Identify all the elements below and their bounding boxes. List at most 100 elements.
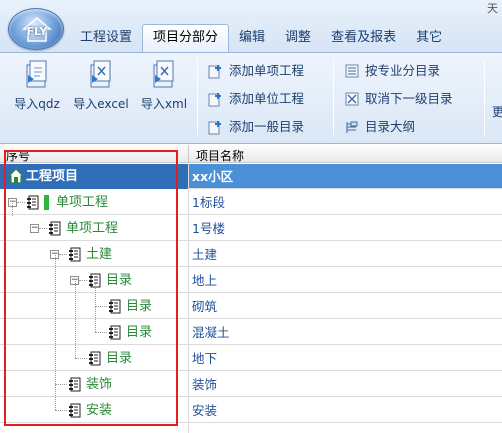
add-general-catalog-label: 添加一般目录	[229, 119, 305, 134]
title-bar: FLY 天 工程设置 项目分部分 编辑 调整 查看及报表 其它	[0, 0, 502, 52]
home-icon	[8, 168, 24, 184]
tree-connector	[75, 281, 76, 358]
header-project-name[interactable]: 项目名称	[196, 147, 244, 164]
add-single-project-label: 添加单项工程	[229, 63, 305, 78]
tree-cell: − 单项工程	[0, 203, 188, 241]
cancel-sub-catalog-label: 取消下一级目录	[365, 91, 453, 106]
add-unit-project-button[interactable]: 添加单位工程	[208, 89, 304, 109]
tree-connector	[17, 202, 25, 203]
node-icon	[109, 325, 121, 340]
tree-cell: 目录	[0, 307, 188, 345]
tree-cell: 目录	[0, 282, 188, 319]
tree-row-root[interactable]: 工程项目 xx小区	[0, 164, 502, 189]
tree-label: 目录	[106, 351, 133, 366]
tree-row[interactable]: − 土建 土建	[0, 242, 502, 267]
catalog-outline-label: 目录大纲	[365, 119, 416, 134]
tab-other[interactable]: 其它	[406, 26, 452, 52]
tree-connector	[95, 307, 96, 332]
ribbon-tabs: 工程设置 项目分部分 编辑 调整 查看及报表 其它	[70, 24, 452, 52]
import-excel-button[interactable]: 导入excel	[68, 59, 134, 129]
name-cell[interactable]: 地下	[190, 346, 217, 371]
tree-label-root: 工程项目	[26, 169, 79, 184]
tab-edit[interactable]: 编辑	[229, 26, 275, 52]
catalog-by-discipline-label: 按专业分目录	[365, 63, 441, 78]
ribbon-separator	[484, 59, 485, 137]
tree-row[interactable]: 装饰 装饰	[0, 255, 502, 397]
tree-connector	[75, 358, 87, 359]
add-plus-icon	[208, 93, 221, 107]
tab-view-reports[interactable]: 查看及报表	[321, 26, 406, 52]
tree-cell: − 目录	[0, 268, 188, 293]
ribbon-separator	[197, 59, 198, 137]
name-cell[interactable]: 地上	[190, 268, 217, 293]
name-cell[interactable]: 1标段	[190, 190, 225, 215]
name-cell[interactable]: xx小区	[190, 164, 233, 189]
tree-connector	[59, 254, 67, 255]
tree-connector	[79, 280, 87, 281]
project-tree-grid: 序号 项目名称 工程项目 xx小区 − 单项工程 1标段 − 单项工程 1号楼 …	[0, 145, 502, 433]
collapse-toggle[interactable]: −	[30, 224, 39, 233]
tree-connector	[55, 255, 56, 384]
import-xml-label: 导入xml	[140, 97, 188, 111]
node-icon	[69, 377, 81, 392]
tree-label: 目录	[126, 299, 153, 314]
add-single-project-button[interactable]: 添加单项工程	[208, 61, 304, 81]
header-divider[interactable]	[188, 145, 189, 163]
tree-connector	[95, 282, 96, 307]
tree-cell: − 单项工程	[0, 190, 188, 215]
name-cell[interactable]: 混凝土	[190, 320, 230, 345]
name-cell[interactable]: 砌筑	[190, 294, 217, 319]
tab-project-breakdown[interactable]: 项目分部分	[142, 24, 230, 52]
app-logo-text: FLY	[26, 25, 48, 38]
ribbon-more-button[interactable]: 更	[492, 103, 502, 120]
tree-cell: 安装	[0, 385, 188, 423]
cancel-sub-catalog-button[interactable]: 取消下一级目录	[344, 89, 453, 109]
import-qdz-icon	[26, 60, 47, 88]
tree-label: 土建	[86, 247, 113, 262]
tree-label: 安装	[86, 403, 113, 418]
tree-row[interactable]: − 单项工程 1号楼	[0, 203, 502, 241]
catalog-by-discipline-button[interactable]: 按专业分目录	[344, 61, 440, 81]
tab-project-settings[interactable]: 工程设置	[70, 26, 142, 52]
ribbon-separator	[333, 59, 334, 137]
tree-row[interactable]: − 单项工程 1标段	[0, 190, 502, 215]
import-xml-button[interactable]: 导入xml	[136, 59, 192, 129]
name-cell[interactable]: 装饰	[190, 372, 217, 397]
tree-cell: 装饰	[0, 255, 188, 397]
grid-header: 序号 项目名称	[0, 145, 502, 163]
import-qdz-button[interactable]: 导入qdz	[8, 59, 66, 129]
tab-adjust[interactable]: 调整	[275, 26, 321, 52]
name-cell[interactable]: 土建	[190, 242, 217, 267]
ribbon-panel: 导入qdz 导入excel 导入xml 添加单项工程 添加单位工程 添加一般目录…	[0, 52, 502, 144]
app-logo[interactable]: FLY	[8, 8, 64, 50]
name-cell[interactable]: 1号楼	[190, 216, 225, 241]
catalog-outline-button[interactable]: 目录大纲	[344, 117, 415, 137]
tree-label: 目录	[126, 325, 153, 340]
node-icon	[27, 195, 39, 210]
status-bar-marker	[44, 195, 49, 210]
import-excel-icon	[90, 60, 111, 88]
add-plus-icon	[208, 121, 221, 135]
outline-icon	[346, 121, 358, 133]
tree-cell: − 土建	[0, 242, 188, 267]
tree-label: 目录	[106, 273, 133, 288]
tree-cell: 工程项目	[0, 164, 188, 189]
tree-connector	[95, 332, 107, 333]
node-icon	[89, 351, 101, 366]
tree-connector	[12, 203, 13, 216]
add-unit-project-label: 添加单位工程	[229, 91, 305, 106]
tree-connector	[55, 410, 67, 411]
tree-row[interactable]: 安装 安装	[0, 385, 502, 423]
tree-row[interactable]: 目录 地下	[0, 281, 502, 371]
tree-label: 单项工程	[66, 221, 119, 236]
tree-cell: 目录	[0, 281, 188, 371]
name-cell[interactable]: 安装	[190, 398, 217, 423]
column-divider	[188, 163, 189, 433]
tree-connector	[39, 228, 47, 229]
tree-connector	[55, 384, 67, 385]
header-seq[interactable]: 序号	[6, 147, 30, 164]
node-icon	[49, 221, 61, 236]
tree-connector	[95, 306, 107, 307]
add-general-catalog-button[interactable]: 添加一般目录	[208, 117, 304, 137]
add-plus-icon	[208, 65, 221, 79]
